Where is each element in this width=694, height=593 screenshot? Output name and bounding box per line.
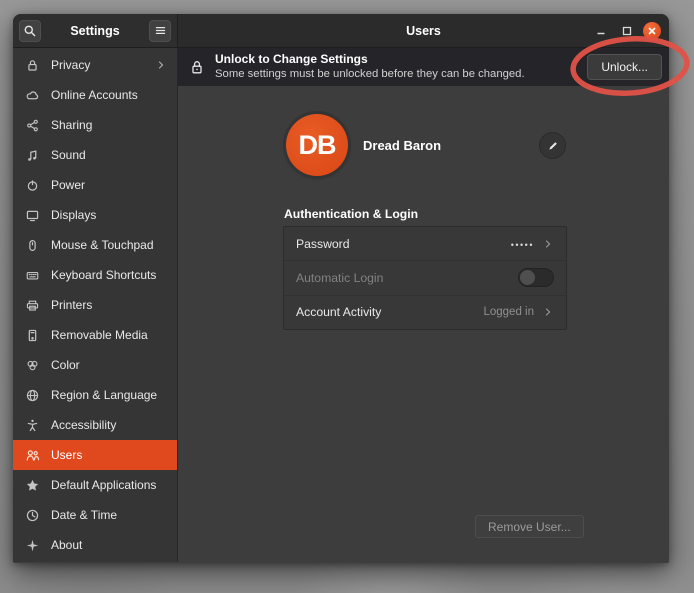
sidebar-item-label: Privacy xyxy=(51,58,90,72)
close-icon xyxy=(647,26,657,36)
account-activity-label: Account Activity xyxy=(296,305,381,319)
sidebar-item-users[interactable]: Users xyxy=(13,440,177,470)
maximize-button[interactable] xyxy=(617,21,636,40)
sidebar-item-region-language[interactable]: Region & Language xyxy=(13,380,177,410)
sidebar-item-label: Displays xyxy=(51,208,96,222)
sidebar-item-date-time[interactable]: Date & Time xyxy=(13,500,177,530)
sidebar-item-label: Online Accounts xyxy=(51,88,138,102)
remove-user-button[interactable]: Remove User... xyxy=(475,515,584,538)
panel-headerbar: Users xyxy=(178,14,669,47)
automatic-login-label: Automatic Login xyxy=(296,271,383,285)
sidebar-item-label: Power xyxy=(51,178,85,192)
titlebar[interactable]: Settings Users xyxy=(13,14,669,48)
chevron-right-icon xyxy=(542,306,554,318)
unlock-button[interactable]: Unlock... xyxy=(587,54,662,80)
drive-icon xyxy=(25,328,40,343)
sidebar-item-label: Printers xyxy=(51,298,92,312)
app-title: Settings xyxy=(70,24,119,38)
avatar: DB xyxy=(286,114,348,176)
search-icon xyxy=(23,24,37,38)
chevron-right-icon xyxy=(542,238,554,250)
clock-icon xyxy=(25,508,40,523)
sidebar-item-label: Users xyxy=(51,448,82,462)
sidebar-item-removable-media[interactable]: Removable Media xyxy=(13,320,177,350)
toggle-knob xyxy=(520,270,535,285)
maximize-icon xyxy=(621,25,633,37)
sidebar-item-label: Sharing xyxy=(51,118,92,132)
window-controls xyxy=(591,21,661,40)
mouse-icon xyxy=(25,238,40,253)
chevron-right-icon xyxy=(155,59,167,71)
minimize-icon xyxy=(595,25,607,37)
minimize-button[interactable] xyxy=(591,21,610,40)
menu-button[interactable] xyxy=(149,20,171,42)
user-full-name: Dread Baron xyxy=(363,138,441,153)
accessibility-icon xyxy=(25,418,40,433)
automatic-login-row: Automatic Login xyxy=(284,260,566,294)
sidebar-item-sharing[interactable]: Sharing xyxy=(13,110,177,140)
sidebar-item-label: Date & Time xyxy=(51,508,117,522)
share-icon xyxy=(25,118,40,133)
password-row-label: Password xyxy=(296,237,350,251)
sparkle-icon xyxy=(25,538,40,553)
lock-icon xyxy=(25,58,40,73)
sidebar-item-keyboard-shortcuts[interactable]: Keyboard Shortcuts xyxy=(13,260,177,290)
sidebar-item-label: Sound xyxy=(51,148,86,162)
sidebar-item-label: Keyboard Shortcuts xyxy=(51,268,156,282)
globe-icon xyxy=(25,388,40,403)
password-row[interactable]: Password ••••• xyxy=(284,227,566,260)
account-activity-row[interactable]: Account Activity Logged in xyxy=(284,295,566,329)
padlock-icon xyxy=(189,59,205,76)
pencil-icon xyxy=(547,140,559,152)
sidebar-item-displays[interactable]: Displays xyxy=(13,200,177,230)
music-note-icon xyxy=(25,148,40,163)
unlock-banner: Unlock to Change Settings Some settings … xyxy=(178,48,669,86)
sidebar-item-label: Accessibility xyxy=(51,418,116,432)
sidebar-item-default-applications[interactable]: Default Applications xyxy=(13,470,177,500)
sidebar-headerbar: Settings xyxy=(13,14,178,47)
users-panel-content: Unlock to Change Settings Some settings … xyxy=(178,48,669,562)
user-details-panel: DB Dread Baron Authentication & Login Pa… xyxy=(178,86,669,562)
cloud-icon xyxy=(25,88,40,103)
keyboard-icon xyxy=(25,268,40,283)
sidebar-item-sound[interactable]: Sound xyxy=(13,140,177,170)
sidebar-item-label: Region & Language xyxy=(51,388,157,402)
close-button[interactable] xyxy=(643,22,661,40)
unlock-banner-subtitle: Some settings must be unlocked before th… xyxy=(215,67,525,81)
settings-window: Settings Users xyxy=(13,14,669,563)
unlock-banner-title: Unlock to Change Settings xyxy=(215,52,525,67)
settings-sidebar: Privacy Online Accounts Sharing xyxy=(13,48,178,562)
sidebar-item-label: About xyxy=(51,538,82,552)
sidebar-item-label: Default Applications xyxy=(51,478,156,492)
search-button[interactable] xyxy=(19,20,41,42)
display-icon xyxy=(25,208,40,223)
password-dots: ••••• xyxy=(511,238,534,250)
sidebar-item-privacy[interactable]: Privacy xyxy=(13,50,177,80)
sidebar-item-color[interactable]: Color xyxy=(13,350,177,380)
sidebar-item-label: Removable Media xyxy=(51,328,148,342)
auth-section-title: Authentication & Login xyxy=(284,207,418,221)
star-icon xyxy=(25,478,40,493)
sidebar-item-power[interactable]: Power xyxy=(13,170,177,200)
sidebar-item-online-accounts[interactable]: Online Accounts xyxy=(13,80,177,110)
automatic-login-toggle[interactable] xyxy=(518,268,554,287)
panel-title: Users xyxy=(406,24,441,38)
sidebar-item-label: Color xyxy=(51,358,80,372)
sidebar-item-printers[interactable]: Printers xyxy=(13,290,177,320)
unlock-banner-text: Unlock to Change Settings Some settings … xyxy=(215,52,525,81)
sidebar-item-about[interactable]: About xyxy=(13,530,177,560)
edit-name-button[interactable] xyxy=(539,132,566,159)
auth-settings-card: Password ••••• Automatic Login xyxy=(283,226,567,330)
sidebar-item-accessibility[interactable]: Accessibility xyxy=(13,410,177,440)
hamburger-menu-icon xyxy=(154,24,167,37)
account-activity-value: Logged in xyxy=(483,306,534,318)
avatar-initials: DB xyxy=(299,130,336,161)
users-icon xyxy=(25,448,40,463)
sidebar-item-mouse-touchpad[interactable]: Mouse & Touchpad xyxy=(13,230,177,260)
color-icon xyxy=(25,358,40,373)
power-icon xyxy=(25,178,40,193)
printer-icon xyxy=(25,298,40,313)
desktop: Settings Users xyxy=(0,0,694,593)
sidebar-item-label: Mouse & Touchpad xyxy=(51,238,154,252)
